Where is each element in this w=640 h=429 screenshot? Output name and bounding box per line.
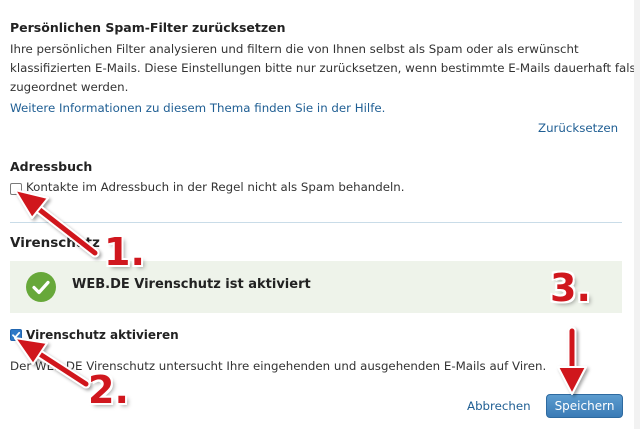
addressbook-heading: Adressbuch (10, 159, 93, 174)
virus-checkbox[interactable] (10, 329, 22, 341)
help-link[interactable]: Weitere Informationen zu diesem Thema fi… (10, 101, 385, 115)
virus-status-text: WEB.DE Virenschutz ist aktiviert (72, 277, 311, 292)
annotation-step-2: 2. (88, 368, 129, 412)
spam-reset-heading: Persönlichen Spam-Filter zurücksetzen (10, 20, 286, 35)
arrow-3-icon (557, 326, 587, 395)
annotation-step-3: 3. (550, 266, 591, 310)
checkmark-icon (12, 331, 21, 339)
annotation-step-1: 1. (104, 230, 145, 274)
virus-checkbox-label[interactable]: Virenschutz aktivieren (26, 328, 179, 342)
save-button[interactable]: Speichern (546, 394, 623, 418)
spam-reset-description-line3: zugeordnet werden. (10, 80, 129, 94)
cancel-link[interactable]: Abbrechen (467, 399, 531, 413)
reset-link[interactable]: Zurücksetzen (538, 121, 618, 135)
spam-reset-description-line1: Ihre persönlichen Filter analysieren und… (10, 42, 579, 56)
check-circle-icon (26, 272, 56, 302)
addressbook-checkbox[interactable] (10, 183, 22, 195)
addressbook-checkbox-label[interactable]: Kontakte im Adressbuch in der Regel nich… (26, 178, 405, 197)
virus-heading: Virenschutz (10, 235, 100, 251)
section-divider (10, 222, 622, 223)
scrollbar[interactable] (634, 0, 640, 429)
virus-status-banner: WEB.DE Virenschutz ist aktiviert (10, 261, 622, 313)
spam-reset-description-line2: klassifizierten E-Mails. Diese Einstellu… (10, 61, 640, 75)
